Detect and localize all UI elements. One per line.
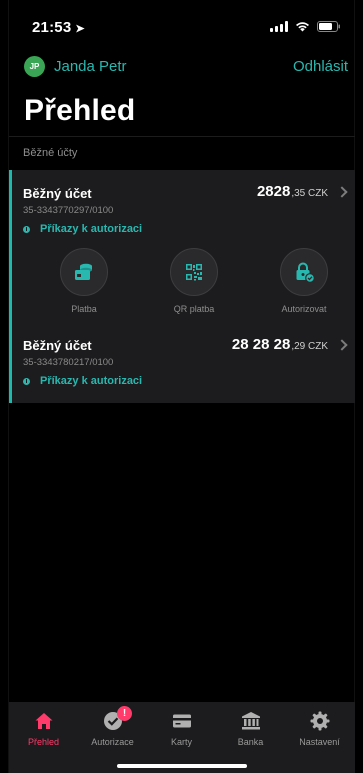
authorize-lock-icon[interactable] [280,248,328,296]
account-status[interactable]: Příkazy k autorizaci [23,223,142,235]
account-number: 35-3343770297/0100 [23,205,114,216]
qr-payment-label: QR platba [173,304,215,314]
tab-bank[interactable]: Banka [216,702,285,758]
battery-icon [317,21,341,32]
info-dot-icon [23,225,30,233]
gear-icon [309,710,331,732]
account-number: 35-3343780217/0100 [23,357,114,368]
account-name: Běžný účet [23,338,92,353]
tab-overview[interactable]: Přehled [9,702,78,758]
tab-label: Přehled [27,737,60,747]
account-actions: Platba QR platba Autorizovat [12,248,355,318]
tab-label: Karty [170,737,192,747]
authorize-label: Autorizovat [281,304,327,314]
account-row[interactable]: Běžný účet 2828 ,35 CZK 35-3343770297/01… [12,170,355,340]
section-title-text: Běžné účty [23,147,78,159]
tab-cards[interactable]: Karty [147,702,216,758]
payment-label: Platba [71,304,97,314]
user-name[interactable]: Janda Petr [54,58,127,75]
location-arrow-icon: ➤ [75,23,85,35]
card-icon [171,710,193,732]
time-text: 21:53 [32,19,72,36]
logout-button[interactable]: Odhlásit [293,58,348,75]
wifi-icon [295,21,310,32]
tab-label: Nastavení [299,737,340,747]
account-row[interactable]: Běžný účet 28 28 28 ,29 CZK 35-334378021… [12,330,355,403]
page-title: Přehled [24,94,136,127]
tab-label: Banka [237,737,264,747]
status-bar: 21:53 ➤ [0,0,363,46]
tab-settings[interactable]: Nastavení [285,702,354,758]
status-icons [270,21,341,32]
tab-authorization[interactable]: ! Autorizace [78,702,147,758]
avatar[interactable]: JP [24,55,45,77]
balance-main: 28 28 28 [231,336,291,353]
authorize-action[interactable]: Autorizovat [264,248,344,314]
accounts-list: Běžný účet 2828 ,35 CZK 35-3343770297/01… [9,170,355,403]
balance-decimals: ,35 CZK [291,188,328,199]
account-name: Běžný účet [23,186,92,201]
status-time: 21:53 ➤ [32,19,85,36]
tab-label: Autorizace [91,737,134,747]
account-status-text: Příkazy k autorizaci [40,375,143,387]
account-status[interactable]: Příkazy k autorizaci [23,375,142,387]
section-title: Běžné účty [9,136,355,170]
home-icon [33,710,55,732]
cell-signal-icon [270,21,288,32]
notification-badge: ! [117,706,132,721]
payment-icon[interactable] [60,248,108,296]
home-indicator [117,764,247,768]
app-screen: 21:53 ➤ JP Janda Petr Odhlásit Přehled Bě… [0,0,363,773]
account-status-text: Příkazy k autorizaci [40,223,143,235]
payment-action[interactable]: Platba [44,248,124,314]
qr-code-icon[interactable] [170,248,218,296]
balance-main: 2828 [256,183,291,200]
user-header: JP Janda Petr Odhlásit [24,54,348,78]
info-dot-icon [23,377,30,385]
balance-decimals: ,29 CZK [291,341,328,352]
chevron-right-icon[interactable] [336,339,348,351]
account-balance: 28 28 28 ,29 CZK [232,336,328,353]
bank-icon [240,710,262,732]
qr-payment-action[interactable]: QR platba [154,248,234,314]
account-balance: 2828 ,35 CZK [257,183,328,200]
chevron-right-icon[interactable] [336,186,348,198]
bottom-tab-bar: Přehled ! Autorizace Karty Banka Nastave… [9,702,355,773]
